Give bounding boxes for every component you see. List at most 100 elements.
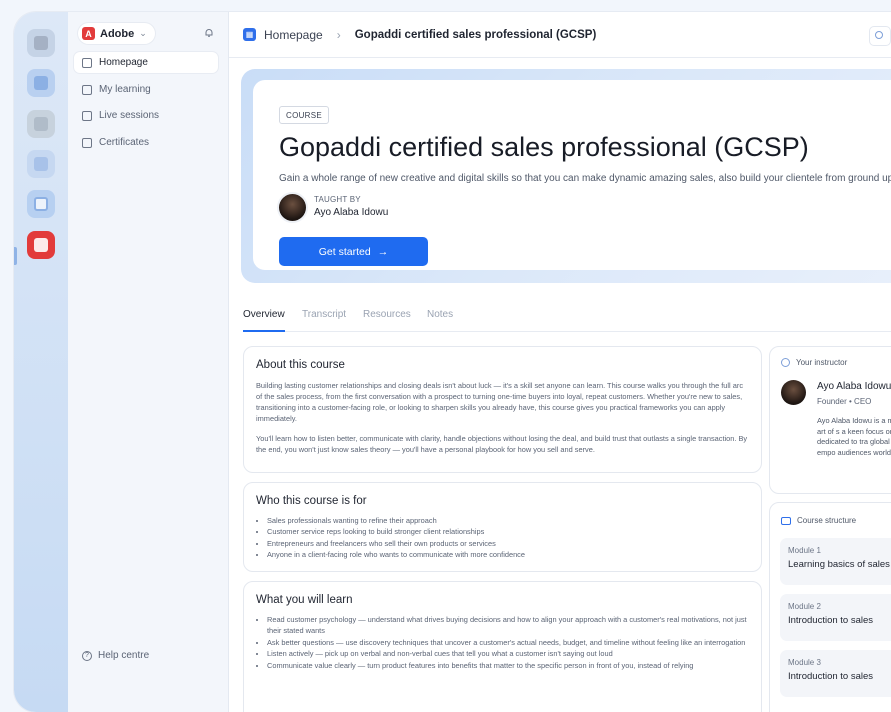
hero-banner: COURSE Gopaddi certified sales professio…	[241, 69, 891, 283]
instructor-card-heading: Your instructor	[796, 358, 848, 367]
window-icon	[34, 197, 48, 211]
course-structure-header: Course structure	[781, 516, 856, 525]
module-item[interactable]: Module 3 Introduction to sales	[780, 650, 891, 697]
learning-app-icon	[34, 238, 48, 252]
chevron-down-icon: ⌄	[139, 28, 147, 38]
nav-label: Live sessions	[99, 110, 160, 121]
hero-card: COURSE Gopaddi certified sales professio…	[253, 80, 891, 270]
module-label: Module 1	[788, 546, 821, 555]
module-title: Introduction to sales	[788, 671, 874, 682]
rail-app-window[interactable]	[27, 190, 55, 218]
rail-app-tools[interactable]	[27, 150, 55, 178]
nav-live-sessions[interactable]: Live sessions	[74, 105, 218, 126]
outcomes-title: What you will learn	[256, 594, 353, 606]
list-item: Customer service reps looking to build s…	[267, 526, 749, 537]
person-icon	[781, 358, 790, 367]
help-icon: ?	[82, 650, 92, 661]
outcomes-card: What you will learn Read customer psycho…	[243, 581, 762, 712]
chat-icon	[34, 76, 48, 90]
certificate-icon	[82, 137, 92, 148]
breadcrumb-home[interactable]: Homepage	[264, 28, 323, 42]
module-label: Module 3	[788, 658, 821, 667]
nav-certificates[interactable]: Certificates	[74, 132, 218, 153]
nav-my-learning[interactable]: My learning	[74, 79, 218, 100]
taught-by-label: TAUGHT BY	[314, 195, 361, 204]
course-structure-heading: Course structure	[797, 516, 857, 525]
list-item: Listen actively — pick up on verbal and …	[267, 648, 749, 659]
breadcrumb-current: Gopaddi certified sales professional (GC…	[354, 28, 597, 41]
help-centre-link[interactable]: ? Help centre	[82, 650, 149, 661]
tab-notes[interactable]: Notes	[427, 309, 453, 320]
module-label: Module 2	[788, 602, 821, 611]
list-item: Communicate value clearly — turn product…	[267, 660, 749, 671]
list-item: Read customer psychology — understand wh…	[267, 614, 749, 637]
instructor-card: Your instructor Ayo Alaba Idowu Founder …	[769, 346, 891, 494]
audience-card: Who this course is for Sales professiona…	[243, 482, 762, 572]
audience-title: Who this course is for	[256, 495, 367, 507]
course-title: Gopaddi certified sales professional (GC…	[279, 132, 809, 162]
adobe-logo-icon: A	[82, 27, 95, 40]
home-grid-icon: ▦	[243, 28, 256, 41]
course-tabs: Overview Transcript Resources Notes	[243, 301, 891, 332]
about-body: Building lasting customer relationships …	[256, 380, 749, 464]
instructor-card-avatar	[781, 380, 806, 405]
about-title: About this course	[256, 359, 345, 371]
breadcrumb: ▦ Homepage › Gopaddi certified sales pro…	[229, 12, 891, 58]
nav-label: Certificates	[99, 137, 150, 148]
bell-icon[interactable]	[204, 28, 214, 38]
arrow-right-icon: →	[377, 245, 389, 258]
tools-icon	[34, 157, 48, 171]
module-title: Learning basics of sales	[788, 559, 890, 570]
instructor-avatar	[279, 194, 306, 221]
course-structure-card: Course structure Module 1 Learning basic…	[769, 502, 891, 712]
tab-transcript[interactable]: Transcript	[302, 309, 346, 320]
instructor-name: Ayo Alaba Idowu	[314, 207, 389, 218]
instructor-card-bio: Ayo Alaba Idowu is a mastered the art of…	[817, 416, 891, 457]
calendar-icon	[82, 110, 92, 121]
about-card: About this course Building lasting custo…	[243, 346, 762, 473]
module-item[interactable]: Module 1 Learning basics of sales	[780, 538, 891, 585]
settings-button[interactable]	[869, 26, 891, 46]
active-tab-indicator	[243, 330, 285, 332]
audience-body: Sales professionals wanting to refine th…	[256, 515, 749, 561]
outcomes-body: Read customer psychology — understand wh…	[256, 614, 749, 671]
rail-app-learning[interactable]	[27, 231, 55, 259]
nav-label: My learning	[99, 84, 151, 95]
home-icon	[34, 36, 48, 50]
app-window: A Adobe ⌄ Homepage My learning Live sess…	[14, 12, 891, 712]
screen-icon	[781, 516, 791, 525]
instructor-card-header: Your instructor	[781, 358, 847, 367]
workspace-switcher[interactable]: A Adobe ⌄	[78, 23, 155, 44]
rail-active-indicator	[14, 247, 17, 265]
instructor-card-name: Ayo Alaba Idowu	[817, 381, 891, 392]
workspace-name: Adobe	[100, 27, 135, 40]
tab-resources[interactable]: Resources	[363, 309, 411, 320]
course-tag: COURSE	[279, 106, 330, 124]
settings-icon	[875, 31, 883, 39]
rail-app-chat[interactable]	[27, 69, 55, 97]
archive-icon	[34, 117, 48, 131]
list-item: Ask better questions — use discovery tec…	[267, 637, 749, 648]
nav-label: Homepage	[99, 57, 148, 68]
grid-icon	[82, 57, 92, 68]
chevron-right-icon: ›	[336, 27, 341, 42]
tab-overview[interactable]: Overview	[243, 309, 285, 320]
about-paragraph: Building lasting customer relationships …	[256, 381, 744, 423]
list-item: Entrepreneurs and freelancers who sell t…	[267, 538, 749, 549]
rail-app-archive[interactable]	[27, 110, 55, 138]
get-started-button[interactable]: Get started →	[279, 237, 428, 266]
rail-app-home[interactable]	[27, 29, 55, 57]
instructor-card-role: Founder • CEO	[817, 397, 872, 406]
about-paragraph: You'll learn how to listen better, commu…	[256, 434, 748, 454]
course-description: Gain a whole range of new creative and d…	[279, 173, 891, 184]
nav-homepage[interactable]: Homepage	[74, 52, 218, 73]
module-item[interactable]: Module 2 Introduction to sales	[780, 594, 891, 641]
help-label: Help centre	[98, 650, 150, 661]
get-started-label: Get started	[318, 245, 371, 258]
app-rail	[14, 12, 68, 712]
main-content: ▦ Homepage › Gopaddi certified sales pro…	[229, 12, 891, 712]
list-item: Anyone in a client-facing role who wants…	[267, 549, 749, 560]
sidebar: A Adobe ⌄ Homepage My learning Live sess…	[68, 12, 229, 712]
list-item: Sales professionals wanting to refine th…	[267, 515, 749, 526]
book-icon	[82, 84, 92, 95]
